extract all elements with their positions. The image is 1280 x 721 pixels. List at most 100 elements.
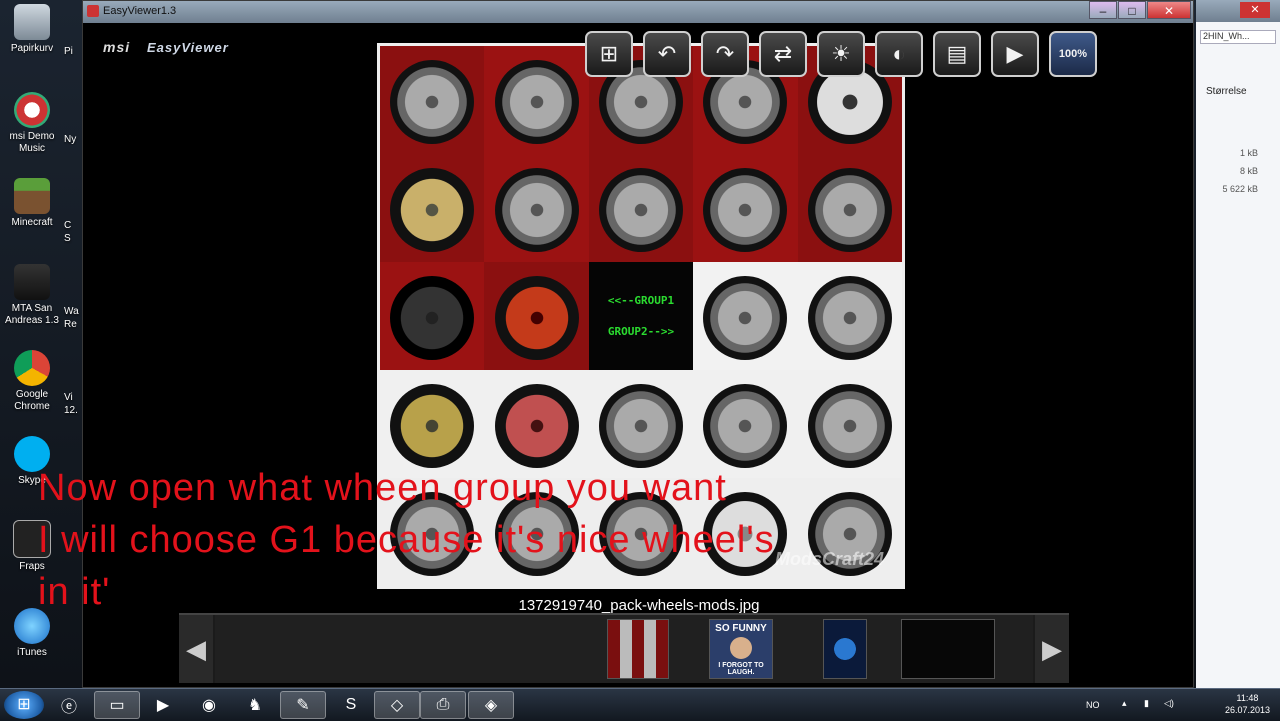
chrome-icon — [14, 350, 50, 386]
contrast-button[interactable]: ◐ — [875, 31, 923, 77]
wheel-image — [390, 384, 475, 469]
previous-image-button[interactable]: ◀ — [179, 615, 213, 683]
wheel-cell — [484, 46, 589, 154]
wheel-image — [807, 168, 892, 253]
maximize-button[interactable]: □ — [1118, 1, 1146, 19]
volume-icon[interactable]: ◁) — [1164, 698, 1174, 709]
partial-icon-label: Ny — [64, 134, 77, 145]
internet-explorer-icon: ⓔ — [60, 699, 77, 716]
clock[interactable]: 11:48 26.07.2013 — [1225, 692, 1270, 716]
flip-icon: ⇄ — [773, 41, 793, 66]
network-icon[interactable]: ▮ — [1144, 698, 1149, 709]
msi-logo-text: msi — [103, 39, 131, 55]
partial-icon-label: Vi — [64, 392, 73, 403]
wheel-image — [807, 276, 892, 361]
wheel-image — [390, 60, 475, 145]
caption-line: I will choose G1 because it's nice wheel… — [38, 519, 775, 561]
mta-icon — [14, 264, 50, 300]
wheel-image — [494, 60, 579, 145]
wheel-cell — [797, 154, 902, 262]
play-icon: ▶ — [1006, 41, 1024, 66]
taskbar-file-explorer[interactable]: ▭ — [94, 691, 140, 719]
clock-date: 26.07.2013 — [1224, 705, 1270, 715]
zoom-100-button[interactable]: 100% — [1049, 31, 1097, 77]
easyviewer-logo-text: EasyViewer — [147, 40, 229, 55]
brightness-button[interactable]: ☀ — [817, 31, 865, 77]
fit-to-window-button[interactable]: ⊞ — [585, 31, 633, 77]
taskbar-media-player[interactable]: ▶ — [140, 691, 186, 719]
wheel-image — [494, 168, 579, 253]
rotate-right-button[interactable]: ↷ — [701, 31, 749, 77]
mta-san-andreas-shortcut[interactable]: MTA San Andreas 1.3 — [0, 264, 64, 327]
minecraft-icon — [14, 178, 50, 214]
thumbnail-dark[interactable] — [901, 619, 995, 679]
window-titlebar[interactable]: EasyViewer1.3 – □ ✕ — [83, 1, 1193, 23]
thumbnail-meme[interactable]: SO FUNNY I FORGOT TO LAUGH. — [709, 619, 773, 679]
clock-time: 11:48 — [1236, 693, 1259, 703]
wheel-cell — [380, 154, 485, 262]
wheel-cell — [380, 46, 485, 154]
media-player-icon: ▶ — [156, 697, 170, 714]
wheel-image — [494, 384, 579, 469]
save-button[interactable]: ▤ — [933, 31, 981, 77]
desktop-icon-label: msi Demo Music — [9, 131, 55, 154]
msi-demo-music-shortcut[interactable]: msi Demo Music — [0, 92, 64, 155]
size-column-header[interactable]: Størrelse — [1206, 86, 1247, 97]
next-image-button[interactable]: ▶ — [1035, 615, 1069, 683]
slideshow-button[interactable]: ▶ — [991, 31, 1039, 77]
flip-button[interactable]: ⇄ — [759, 31, 807, 77]
wheel-image — [598, 168, 683, 253]
taskbar-notes[interactable]: ✎ — [280, 691, 326, 719]
wheel-image — [494, 276, 579, 361]
wheel-cell — [693, 154, 798, 262]
group-label-tile: <<--GROUP1 GROUP2-->> — [588, 262, 694, 370]
explorer-path-field[interactable]: 2HIN_Wh... — [1200, 30, 1276, 44]
wheel-cell — [484, 154, 589, 262]
explorer-titlebar[interactable]: ✕ — [1196, 0, 1280, 22]
caption-line: in it' — [38, 571, 111, 613]
taskbar-easyviewer[interactable]: ◇ — [374, 691, 420, 719]
minimize-button[interactable]: – — [1089, 1, 1117, 19]
desktop-icon-label: iTunes — [17, 647, 47, 658]
language-indicator[interactable]: NO — [1086, 700, 1100, 710]
contrast-icon: ◐ — [892, 41, 906, 66]
caption-line: Now open what wheen group you want — [38, 467, 727, 509]
start-button[interactable]: ⊞ — [4, 691, 44, 719]
google-chrome-shortcut[interactable]: Google Chrome — [0, 350, 64, 413]
close-button[interactable]: ✕ — [1147, 1, 1191, 19]
window-title: EasyViewer1.3 — [103, 5, 177, 17]
partial-icon-label: S — [64, 233, 71, 244]
rotate-left-button[interactable]: ↶ — [643, 31, 691, 77]
file-size: 1 kB — [1239, 148, 1258, 158]
group2-label: GROUP2-->> — [607, 325, 675, 338]
desktop-icon-label: Papirkurv — [10, 43, 54, 54]
app-icon: ◈ — [484, 697, 498, 714]
desktop-icon-label: Minecraft — [11, 217, 53, 228]
explorer-window-partial: ✕ 2HIN_Wh... Størrelse 1 kB 8 kB 5 622 k… — [1196, 0, 1280, 688]
app-logo: msi EasyViewer — [103, 39, 229, 55]
file-size: 5 622 kB — [1222, 184, 1258, 194]
windows-logo-icon: ⊞ — [17, 696, 31, 713]
wheel-cell — [693, 262, 798, 370]
recycle-bin-shortcut[interactable]: Papirkurv — [0, 4, 64, 55]
taskbar-skype[interactable]: S — [328, 691, 374, 719]
taskbar-printer[interactable]: ⎙ — [420, 691, 466, 719]
save-icon: ▤ — [946, 41, 968, 66]
explorer-close-button[interactable]: ✕ — [1240, 2, 1270, 18]
wheel-image — [703, 384, 788, 469]
meme-bottom-text: I FORGOT TO LAUGH. — [718, 662, 764, 676]
taskbar-internet-explorer[interactable]: ⓔ — [46, 691, 92, 719]
taskbar-app[interactable]: ◈ — [468, 691, 514, 719]
image-viewer-icon: ◇ — [390, 697, 404, 714]
minecraft-shortcut[interactable]: Minecraft — [0, 178, 64, 229]
notes-icon: ✎ — [296, 697, 310, 714]
thumbnail-track: SO FUNNY I FORGOT TO LAUGH. — [215, 615, 1033, 683]
wheel-cell — [588, 154, 694, 262]
thumbnail-logo[interactable] — [823, 619, 867, 679]
taskbar-game[interactable]: ♞ — [232, 691, 278, 719]
show-hidden-icons-icon[interactable]: ▴ — [1122, 698, 1127, 709]
taskbar-chrome[interactable]: ◉ — [186, 691, 232, 719]
wheel-image — [703, 168, 788, 253]
folder-icon: ▭ — [109, 697, 125, 714]
thumbnail-wheels[interactable] — [607, 619, 669, 679]
